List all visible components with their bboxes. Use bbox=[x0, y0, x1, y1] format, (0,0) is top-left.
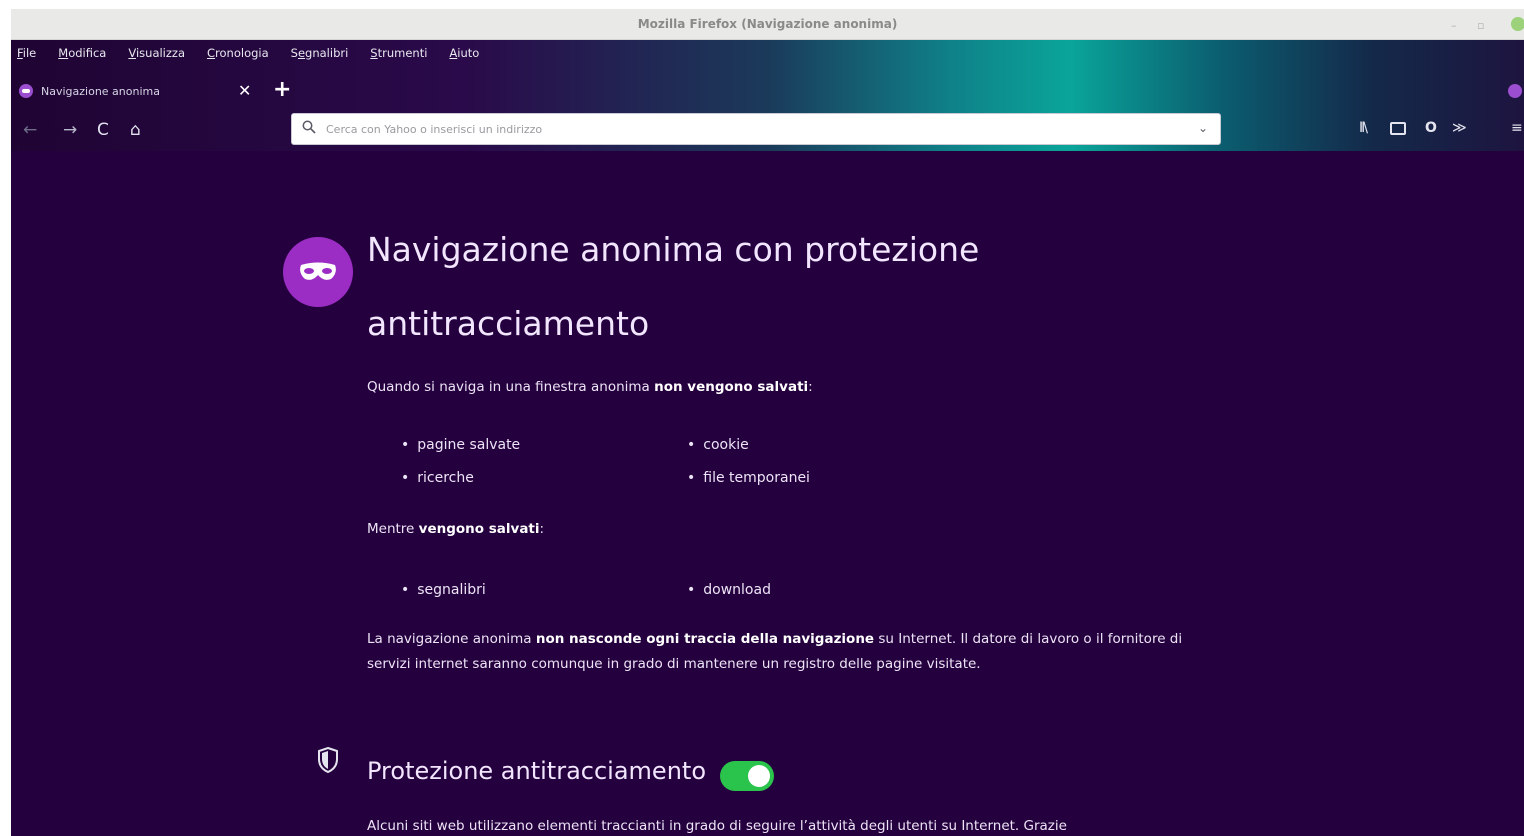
private-browsing-page: Navigazione anonima con protezione antit… bbox=[11, 151, 1524, 836]
list-item: segnalibri bbox=[401, 582, 486, 598]
private-mask-icon bbox=[283, 237, 353, 307]
page-title-line1: Navigazione anonima con protezione bbox=[367, 230, 980, 269]
tab-close-icon[interactable]: ✕ bbox=[238, 81, 251, 100]
page-title: Navigazione anonima con protezione antit… bbox=[367, 213, 1267, 361]
url-input[interactable] bbox=[326, 114, 1186, 144]
menu-bookmarks[interactable]: Segnalibri bbox=[291, 46, 349, 60]
page-title-line2: antitracciamento bbox=[367, 304, 650, 343]
menu-history[interactable]: Cronologia bbox=[207, 46, 269, 60]
sidebar-icon[interactable] bbox=[1390, 122, 1406, 135]
menu-edit[interactable]: Modifica bbox=[58, 46, 106, 60]
list-item: ricerche bbox=[401, 470, 474, 486]
private-browsing-indicator-icon bbox=[1508, 84, 1522, 98]
home-button[interactable]: ⌂ bbox=[130, 120, 141, 140]
window-title: Mozilla Firefox (Navigazione anonima) bbox=[637, 17, 898, 31]
extension-o-icon[interactable]: O bbox=[1425, 120, 1437, 136]
tracking-protection-toggle[interactable] bbox=[720, 761, 774, 791]
privacy-warning: La navigazione anonima non nasconde ogni… bbox=[367, 631, 1183, 672]
library-icon[interactable]: II\ bbox=[1359, 120, 1368, 136]
shield-icon bbox=[318, 747, 338, 773]
tracking-protection-title: Protezione antitracciamento bbox=[367, 757, 706, 785]
minimize-icon[interactable]: – bbox=[1451, 19, 1457, 32]
not-saved-intro: Quando si naviga in una finestra anonima… bbox=[367, 379, 813, 395]
private-mask-icon bbox=[19, 84, 33, 98]
forward-button[interactable]: → bbox=[63, 120, 77, 140]
menu-bar: File Modifica Visualizza Cronologia Segn… bbox=[11, 40, 1524, 66]
title-bar: Mozilla Firefox (Navigazione anonima) – … bbox=[11, 9, 1524, 40]
list-item: cookie bbox=[687, 437, 748, 453]
menu-help[interactable]: Aiuto bbox=[449, 46, 479, 60]
search-icon bbox=[302, 120, 316, 134]
list-item: download bbox=[687, 582, 771, 598]
new-tab-button[interactable]: + bbox=[273, 77, 291, 102]
tab-bar: Navigazione anonima ✕ + bbox=[11, 76, 1524, 106]
extension-icon[interactable]: ≫ bbox=[1452, 120, 1467, 136]
maximize-icon[interactable]: ▫ bbox=[1477, 19, 1484, 32]
tracking-protection-description: Alcuni siti web utilizzano elementi trac… bbox=[367, 818, 1067, 834]
toggle-knob bbox=[748, 765, 770, 787]
back-button[interactable]: ← bbox=[23, 120, 37, 140]
url-bar[interactable]: ⌄ bbox=[291, 113, 1221, 145]
menu-tools[interactable]: Strumenti bbox=[370, 46, 427, 60]
list-item: file temporanei bbox=[687, 470, 810, 486]
reload-button[interactable]: C bbox=[97, 120, 109, 140]
list-item: pagine salvate bbox=[401, 437, 520, 453]
navigation-toolbar: ← → C ⌂ ⌄ II\ O ≫ ≡ bbox=[11, 110, 1524, 151]
chevron-down-icon[interactable]: ⌄ bbox=[1198, 121, 1208, 135]
tab-label: Navigazione anonima bbox=[41, 84, 160, 98]
browser-chrome: File Modifica Visualizza Cronologia Segn… bbox=[11, 40, 1524, 151]
close-icon[interactable] bbox=[1511, 17, 1524, 31]
tab-private-browsing[interactable]: Navigazione anonima ✕ bbox=[11, 76, 261, 106]
menu-file[interactable]: File bbox=[17, 46, 36, 60]
hamburger-menu-icon[interactable]: ≡ bbox=[1511, 120, 1523, 136]
saved-intro: Mentre vengono salvati: bbox=[367, 521, 545, 537]
browser-window: Mozilla Firefox (Navigazione anonima) – … bbox=[11, 9, 1524, 836]
menu-view[interactable]: Visualizza bbox=[128, 46, 185, 60]
